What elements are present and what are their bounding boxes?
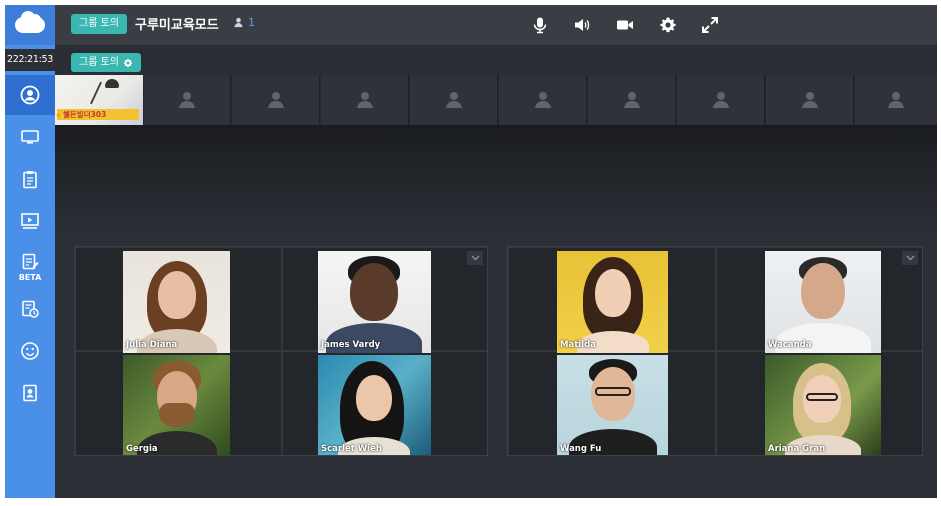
cloud-logo-icon <box>15 11 45 33</box>
participant-name: Wacanda <box>768 340 812 350</box>
empty-seat[interactable] <box>144 75 231 125</box>
participant-count-value: 1 <box>248 16 255 29</box>
fullscreen-button[interactable] <box>700 15 720 35</box>
emoji-icon <box>21 342 39 360</box>
contact-card-icon <box>23 384 37 402</box>
camera-thumbnail[interactable]: 쉘든빌더303 ★ <box>55 75 143 125</box>
group-discussion-settings-button[interactable]: 그룹 토의 <box>71 53 141 72</box>
sidebar-item-clipboard[interactable] <box>5 159 55 199</box>
thumbnail-banner: 쉘든빌더303 <box>57 109 139 120</box>
settings-button[interactable] <box>658 15 678 35</box>
gear-icon <box>123 58 133 67</box>
video-camera-icon <box>617 20 633 30</box>
participant-count: 1 <box>233 16 255 29</box>
empty-seat[interactable] <box>855 75 937 125</box>
thumbnail-image: 쉘든빌더303 ★ <box>55 75 143 125</box>
person-icon <box>234 17 243 28</box>
beta-label: BETA <box>18 273 42 282</box>
group-discussion-settings-label: 그룹 토의 <box>79 57 119 68</box>
clipboard-icon <box>23 171 37 189</box>
group-a-panel: A Julia Diana James Vardy Gergia <box>74 246 488 456</box>
group-toolbar: 그룹 토의 <box>55 45 937 75</box>
sidebar: 222:21:53 BETA <box>5 5 55 498</box>
top-bar: 그룹 토의 구루미교육모드 1 <box>55 5 937 45</box>
participant-name: Scarlet Wieh <box>321 444 382 454</box>
sidebar-item-notes-beta[interactable]: BETA <box>5 245 55 289</box>
participant-name: Gergia <box>126 444 158 454</box>
sidebar-item-schedule[interactable] <box>5 289 55 329</box>
participant-name: Matilda <box>560 340 596 350</box>
participant-name: Ariana Gran <box>768 444 826 454</box>
participant-video[interactable]: Wang Fu <box>557 355 668 455</box>
participant-video[interactable]: Wacanda <box>765 251 881 353</box>
person-placeholder-icon <box>356 92 373 108</box>
speaker-icon <box>575 19 590 31</box>
participant-name: Wang Fu <box>560 444 602 454</box>
camera-button[interactable] <box>615 15 635 35</box>
sidebar-item-screen[interactable] <box>5 117 55 157</box>
person-placeholder-icon <box>623 92 640 108</box>
participant-video[interactable]: Julia Diana <box>123 251 230 353</box>
room-title: 구루미교육모드 <box>135 18 219 33</box>
user-circle-icon <box>20 85 40 105</box>
group-discussion-badge[interactable]: 그룹 토의 <box>71 14 127 34</box>
group-b-expand-toggle[interactable] <box>902 251 918 265</box>
camera-thumbnail-row: 쉘든빌더303 ★ <box>55 75 937 125</box>
group-b-panel: B Matilda Wacanda Wang Fu <box>507 246 923 456</box>
participant-video[interactable]: James Vardy <box>318 251 431 353</box>
person-placeholder-icon <box>534 92 551 108</box>
sidebar-item-presentation[interactable] <box>5 201 55 241</box>
speaker-button[interactable] <box>572 15 592 35</box>
person-placeholder-icon <box>445 92 462 108</box>
gear-icon <box>660 17 676 33</box>
chevron-down-icon <box>906 255 914 261</box>
empty-seat[interactable] <box>677 75 765 125</box>
crown-icon: ★ <box>55 111 63 120</box>
presentation-play-icon <box>21 213 39 229</box>
person-placeholder-icon <box>712 92 729 108</box>
empty-seat[interactable] <box>499 75 587 125</box>
empty-seat[interactable] <box>766 75 854 125</box>
participant-video[interactable]: Matilda <box>557 251 668 353</box>
microphone-icon <box>533 17 547 34</box>
empty-seat[interactable] <box>232 75 320 125</box>
participant-name: Julia Diana <box>126 340 178 350</box>
monitor-icon <box>21 130 39 144</box>
participant-video[interactable]: Ariana Gran <box>765 355 881 455</box>
person-placeholder-icon <box>179 92 195 108</box>
person-placeholder-icon <box>267 92 284 108</box>
person-placeholder-icon <box>888 92 904 108</box>
group-a-expand-toggle[interactable] <box>467 251 483 265</box>
empty-seat[interactable] <box>321 75 409 125</box>
schedule-icon <box>22 300 39 318</box>
participant-video[interactable]: Gergia <box>123 355 230 455</box>
sidebar-item-participants[interactable] <box>5 75 55 115</box>
app-window: 222:21:53 BETA 그룹 토의 구루미교육모드 1 그룹 토의 쉘든빌… <box>5 5 937 498</box>
logo[interactable] <box>5 5 55 45</box>
empty-seat[interactable] <box>588 75 676 125</box>
microphone-button[interactable] <box>530 15 550 35</box>
participant-video[interactable]: Scarlet Wieh <box>318 355 431 455</box>
chevron-down-icon <box>471 255 479 261</box>
participant-name: James Vardy <box>321 340 381 350</box>
stage-area <box>55 125 937 235</box>
notes-beta-icon <box>22 253 39 270</box>
sidebar-item-contact[interactable] <box>5 373 55 413</box>
expand-icon <box>702 17 718 33</box>
empty-seat[interactable] <box>410 75 498 125</box>
session-timer: 222:21:53 <box>5 49 55 71</box>
sidebar-item-emoji[interactable] <box>5 331 55 371</box>
person-placeholder-icon <box>801 92 818 108</box>
